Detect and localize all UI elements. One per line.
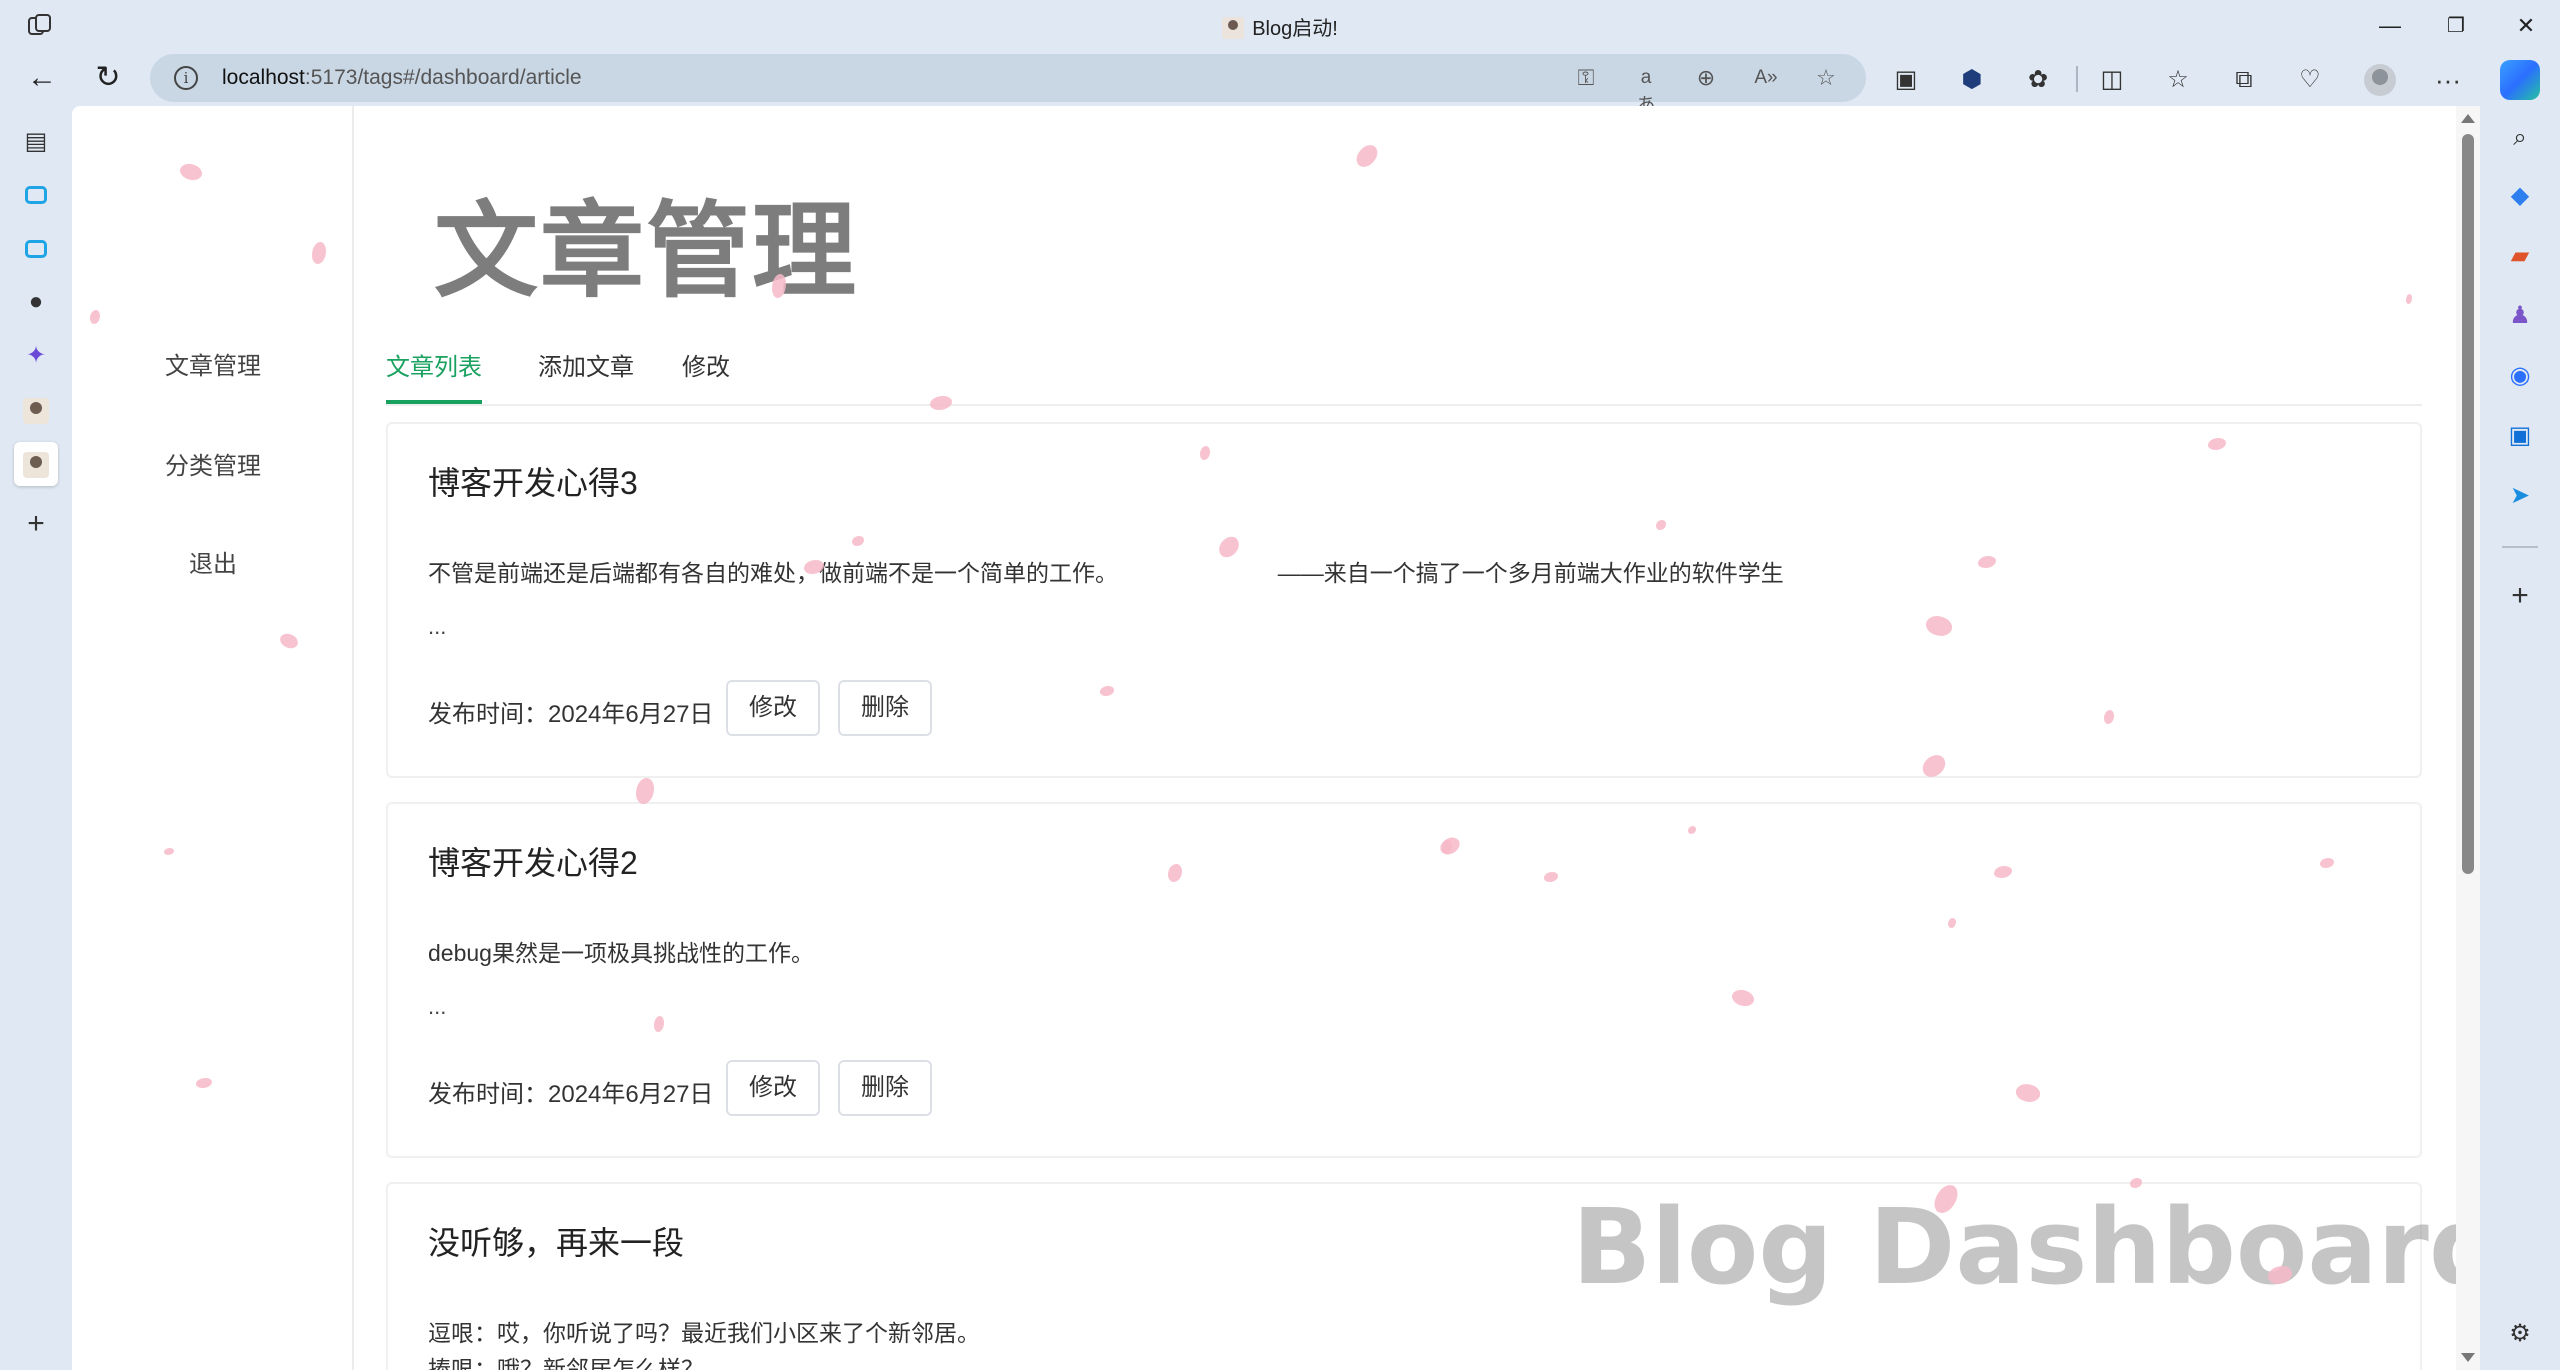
blog-favicon-icon xyxy=(23,451,49,478)
menu-item-article[interactable]: 文章管理 xyxy=(72,346,354,381)
article-date: 发布时间：2024年6月27日 xyxy=(428,1081,714,1108)
split-screen-icon[interactable]: ◫ xyxy=(2094,62,2130,98)
page-viewport: 文章管理 分类管理 退出 文章管理 文章列表 添加文章 修改 博客开发心得3 不… xyxy=(72,106,2480,1370)
send-icon[interactable]: ➤ xyxy=(2502,478,2538,514)
article-summary: debug果然是一项极具挑战性的工作。 xyxy=(428,940,814,966)
outlook-icon[interactable]: ▣ xyxy=(2502,418,2538,454)
vite-icon: ✦ xyxy=(25,342,47,369)
delete-button[interactable]: 删除 xyxy=(838,1060,932,1116)
tab-blog-active[interactable] xyxy=(14,442,58,486)
article-summary: 逗哏：哎，你听说了吗？最近我们小区来了个新邻居。 xyxy=(428,1320,980,1346)
tab-actions-icon[interactable]: ▤ xyxy=(14,120,58,164)
reload-button[interactable]: ↻ xyxy=(86,58,130,98)
tab-github[interactable]: ● xyxy=(14,280,58,324)
site-info-icon[interactable]: i xyxy=(174,66,198,90)
sidebar-settings-icon[interactable]: ⚙ xyxy=(2502,1316,2538,1352)
sidebar-separator xyxy=(2502,546,2538,548)
scrollbar-thumb[interactable] xyxy=(2462,134,2474,874)
url-text[interactable]: localhost:5173/tags#/dashboard/article xyxy=(222,66,582,90)
new-tab-button[interactable]: + xyxy=(14,502,58,546)
collections-icon[interactable]: ⧉ xyxy=(2226,62,2262,98)
page-title: 文章管理 xyxy=(434,190,859,312)
translate-icon[interactable]: aあ xyxy=(1632,64,1660,116)
sakura-petal xyxy=(2406,294,2412,304)
games-icon[interactable]: ♟ xyxy=(2502,298,2538,334)
window-title: Blog启动! xyxy=(0,12,2560,41)
scroll-down-icon[interactable] xyxy=(2461,1353,2475,1362)
tab-vite[interactable]: ✦ xyxy=(14,334,58,378)
github-icon: ● xyxy=(28,288,44,315)
title-bar: Blog启动! — ❐ ✕ xyxy=(0,0,2560,52)
article-tabs: 文章列表 添加文章 修改 xyxy=(386,346,2422,406)
key-icon[interactable]: ⚿ xyxy=(1572,64,1600,92)
address-bar[interactable]: i localhost:5173/tags#/dashboard/article… xyxy=(150,54,1866,116)
blog-favicon-icon xyxy=(23,397,49,424)
article-title[interactable]: 博客开发心得2 xyxy=(428,838,638,884)
tab-add-article[interactable]: 添加文章 xyxy=(538,346,634,404)
article-ellipsis: ... xyxy=(428,614,447,639)
copilot-icon[interactable] xyxy=(2500,60,2540,100)
profile-avatar-icon[interactable] xyxy=(2364,64,2396,96)
article-date: 发布时间：2024年6月27日 xyxy=(428,701,714,728)
article-ellipsis: ... xyxy=(428,994,447,1019)
article-card: 博客开发心得2 debug果然是一项极具挑战性的工作。 ... 发布时间：202… xyxy=(386,802,2422,1158)
article-title[interactable]: 没听够，再来一段 xyxy=(428,1218,684,1264)
url-host: localhost xyxy=(222,66,305,89)
tab-bilibili-2[interactable] xyxy=(14,226,58,270)
edit-button[interactable]: 修改 xyxy=(726,1060,820,1116)
favorite-star-icon[interactable]: ☆ xyxy=(1812,64,1840,92)
read-aloud-icon[interactable]: A» xyxy=(1752,64,1780,92)
close-button[interactable]: ✕ xyxy=(2496,6,2556,46)
minimize-button[interactable]: — xyxy=(2360,6,2420,46)
office-icon[interactable]: ◉ xyxy=(2502,358,2538,394)
bilibili-icon xyxy=(25,185,47,204)
url-path: :5173/tags#/dashboard/article xyxy=(304,66,582,89)
toolbar-separator xyxy=(2076,66,2078,92)
favorites-icon[interactable]: ☆ xyxy=(2160,62,2196,98)
sakura-petal xyxy=(636,778,654,804)
edge-sidebar: ⌕ ◆ ▰ ♟ ◉ ▣ ➤ + ⚙ xyxy=(2480,106,2560,1370)
article-summary: 不管是前端还是后端都有各自的难处，做前端不是一个简单的工作。 ——来自一个搞了一… xyxy=(428,560,1784,586)
extension-2-icon[interactable]: ⬢ xyxy=(1954,62,1990,98)
bilibili-icon xyxy=(25,239,47,258)
menu-item-logout[interactable]: 退出 xyxy=(72,544,354,579)
more-menu-icon[interactable]: ··· xyxy=(2430,62,2466,98)
zoom-icon[interactable]: ⊕ xyxy=(1692,64,1720,92)
browser-toolbar: ← ↻ i localhost:5173/tags#/dashboard/art… xyxy=(0,52,2560,116)
favicon-icon xyxy=(1222,17,1245,39)
tab-bilibili-1[interactable] xyxy=(14,172,58,216)
tools-icon[interactable]: ▰ xyxy=(2502,238,2538,274)
extensions-icon[interactable]: ✿ xyxy=(2020,62,2056,98)
article-summary-line-2: 捧哏：哦？新邻居怎么样？ xyxy=(428,1356,704,1370)
scroll-up-icon[interactable] xyxy=(2461,114,2475,123)
restore-button[interactable]: ❐ xyxy=(2426,6,2486,46)
sakura-petal xyxy=(930,396,952,410)
article-title[interactable]: 博客开发心得3 xyxy=(428,458,638,504)
article-card: 博客开发心得3 不管是前端还是后端都有各自的难处，做前端不是一个简单的工作。 —… xyxy=(386,422,2422,778)
back-button[interactable]: ← xyxy=(20,58,64,98)
delete-button[interactable]: 删除 xyxy=(838,680,932,736)
dashboard-side-menu: 文章管理 分类管理 退出 xyxy=(72,106,354,1370)
tab-blog-1[interactable] xyxy=(14,388,58,432)
vertical-tab-strip: ▤ ● ✦ + xyxy=(0,106,72,1370)
menu-item-category[interactable]: 分类管理 xyxy=(72,446,354,481)
tab-article-list[interactable]: 文章列表 xyxy=(386,346,482,404)
page-scrollbar[interactable] xyxy=(2456,106,2480,1370)
extension-1-icon[interactable]: ▣ xyxy=(1888,62,1924,98)
search-icon[interactable]: ⌕ xyxy=(2502,120,2538,156)
sakura-petal xyxy=(1353,141,1381,171)
browser-essentials-icon[interactable]: ♡ xyxy=(2292,62,2328,98)
tab-edit[interactable]: 修改 xyxy=(682,346,730,404)
dashboard-watermark: Blog Dashboard xyxy=(1572,1186,2480,1308)
edit-button[interactable]: 修改 xyxy=(726,680,820,736)
shopping-tag-icon[interactable]: ◆ xyxy=(2502,178,2538,214)
window-title-text: Blog启动! xyxy=(1252,18,1338,40)
add-sidebar-app-icon[interactable]: + xyxy=(2502,578,2538,614)
